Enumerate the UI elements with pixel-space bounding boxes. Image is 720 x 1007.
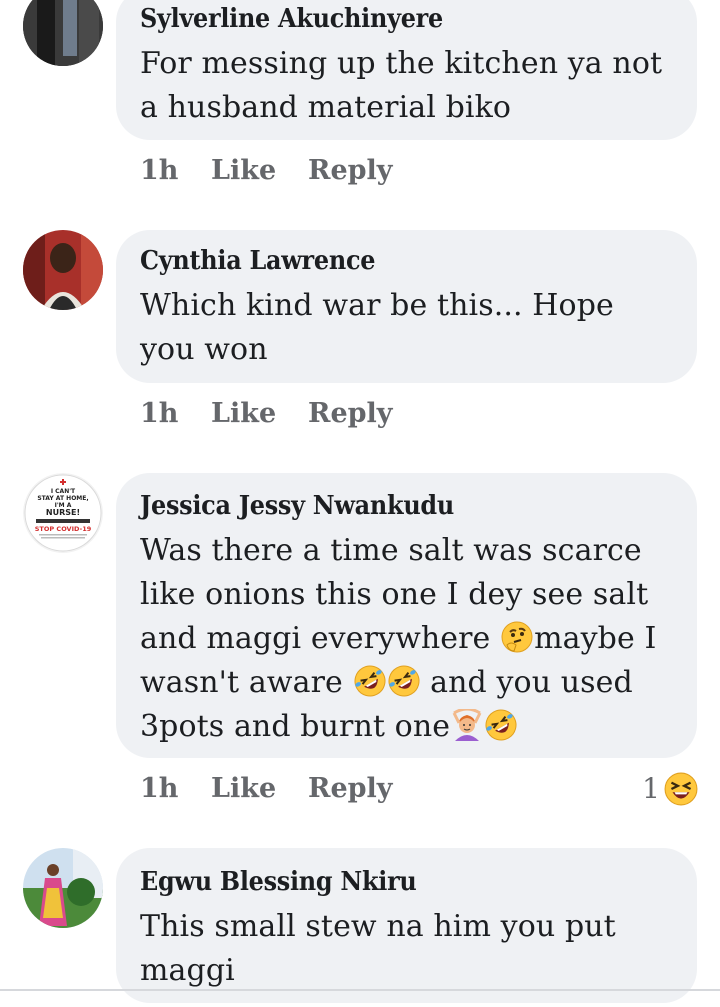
rolling-laughing-emoji bbox=[388, 665, 420, 697]
comment-text: Which kind war be this... Hope you won bbox=[140, 288, 614, 367]
comment-bubble: Cynthia Lawrence Which kind war be this.… bbox=[116, 230, 697, 383]
avatar[interactable] bbox=[23, 0, 103, 66]
divider bbox=[0, 989, 720, 991]
reaction-count: 1 bbox=[642, 772, 660, 805]
rolling-laughing-emoji bbox=[485, 709, 517, 741]
avatar[interactable] bbox=[23, 230, 103, 310]
comments-feed: Sylverline Akuchinyere For messing up th… bbox=[0, 0, 720, 1007]
comment-bubble: Egwu Blessing Nkiru This small stew na h… bbox=[116, 848, 697, 1003]
reply-button[interactable]: Reply bbox=[308, 151, 392, 191]
comment-bubble: Sylverline Akuchinyere For messing up th… bbox=[116, 0, 697, 140]
comment-author[interactable]: Sylverline Akuchinyere bbox=[140, 2, 632, 36]
reply-button[interactable]: Reply bbox=[308, 769, 392, 809]
reply-button[interactable]: Reply bbox=[308, 394, 392, 434]
comment-text: Was there a time salt was scarce like on… bbox=[140, 529, 675, 749]
comment-timestamp[interactable]: 1h bbox=[140, 151, 178, 191]
comment-text: This small stew na him you put maggi bbox=[140, 909, 616, 988]
comment-timestamp[interactable]: 1h bbox=[140, 394, 178, 434]
avatar[interactable]: I CAN'T STAY AT HOME, I'M A NURSE! STOP … bbox=[23, 473, 103, 553]
like-button[interactable]: Like bbox=[211, 151, 276, 191]
avatar-text: STAY AT HOME, bbox=[37, 495, 88, 502]
laughing-emoji bbox=[664, 772, 698, 806]
like-button[interactable]: Like bbox=[211, 394, 276, 434]
woman-gesturing-ok-emoji bbox=[452, 709, 482, 741]
reaction-summary[interactable]: 1 bbox=[642, 769, 698, 809]
comment-timestamp[interactable]: 1h bbox=[140, 769, 178, 809]
comment-text: For messing up the kitchen ya not a husb… bbox=[140, 46, 663, 125]
comment-author[interactable]: Cynthia Lawrence bbox=[140, 244, 632, 278]
comment-author[interactable]: Egwu Blessing Nkiru bbox=[140, 865, 632, 899]
like-button[interactable]: Like bbox=[211, 769, 276, 809]
rolling-laughing-emoji bbox=[354, 665, 386, 697]
thinking-emoji bbox=[501, 621, 533, 653]
avatar-text: STOP COVID-19 bbox=[35, 525, 92, 533]
avatar-text: I CAN'T bbox=[51, 488, 76, 495]
avatar[interactable] bbox=[23, 848, 103, 928]
avatar-text: NURSE! bbox=[46, 508, 80, 517]
comment-author[interactable]: Jessica Jessy Nwankudu bbox=[140, 489, 632, 523]
comment-bubble: Jessica Jessy Nwankudu Was there a time … bbox=[116, 473, 697, 758]
